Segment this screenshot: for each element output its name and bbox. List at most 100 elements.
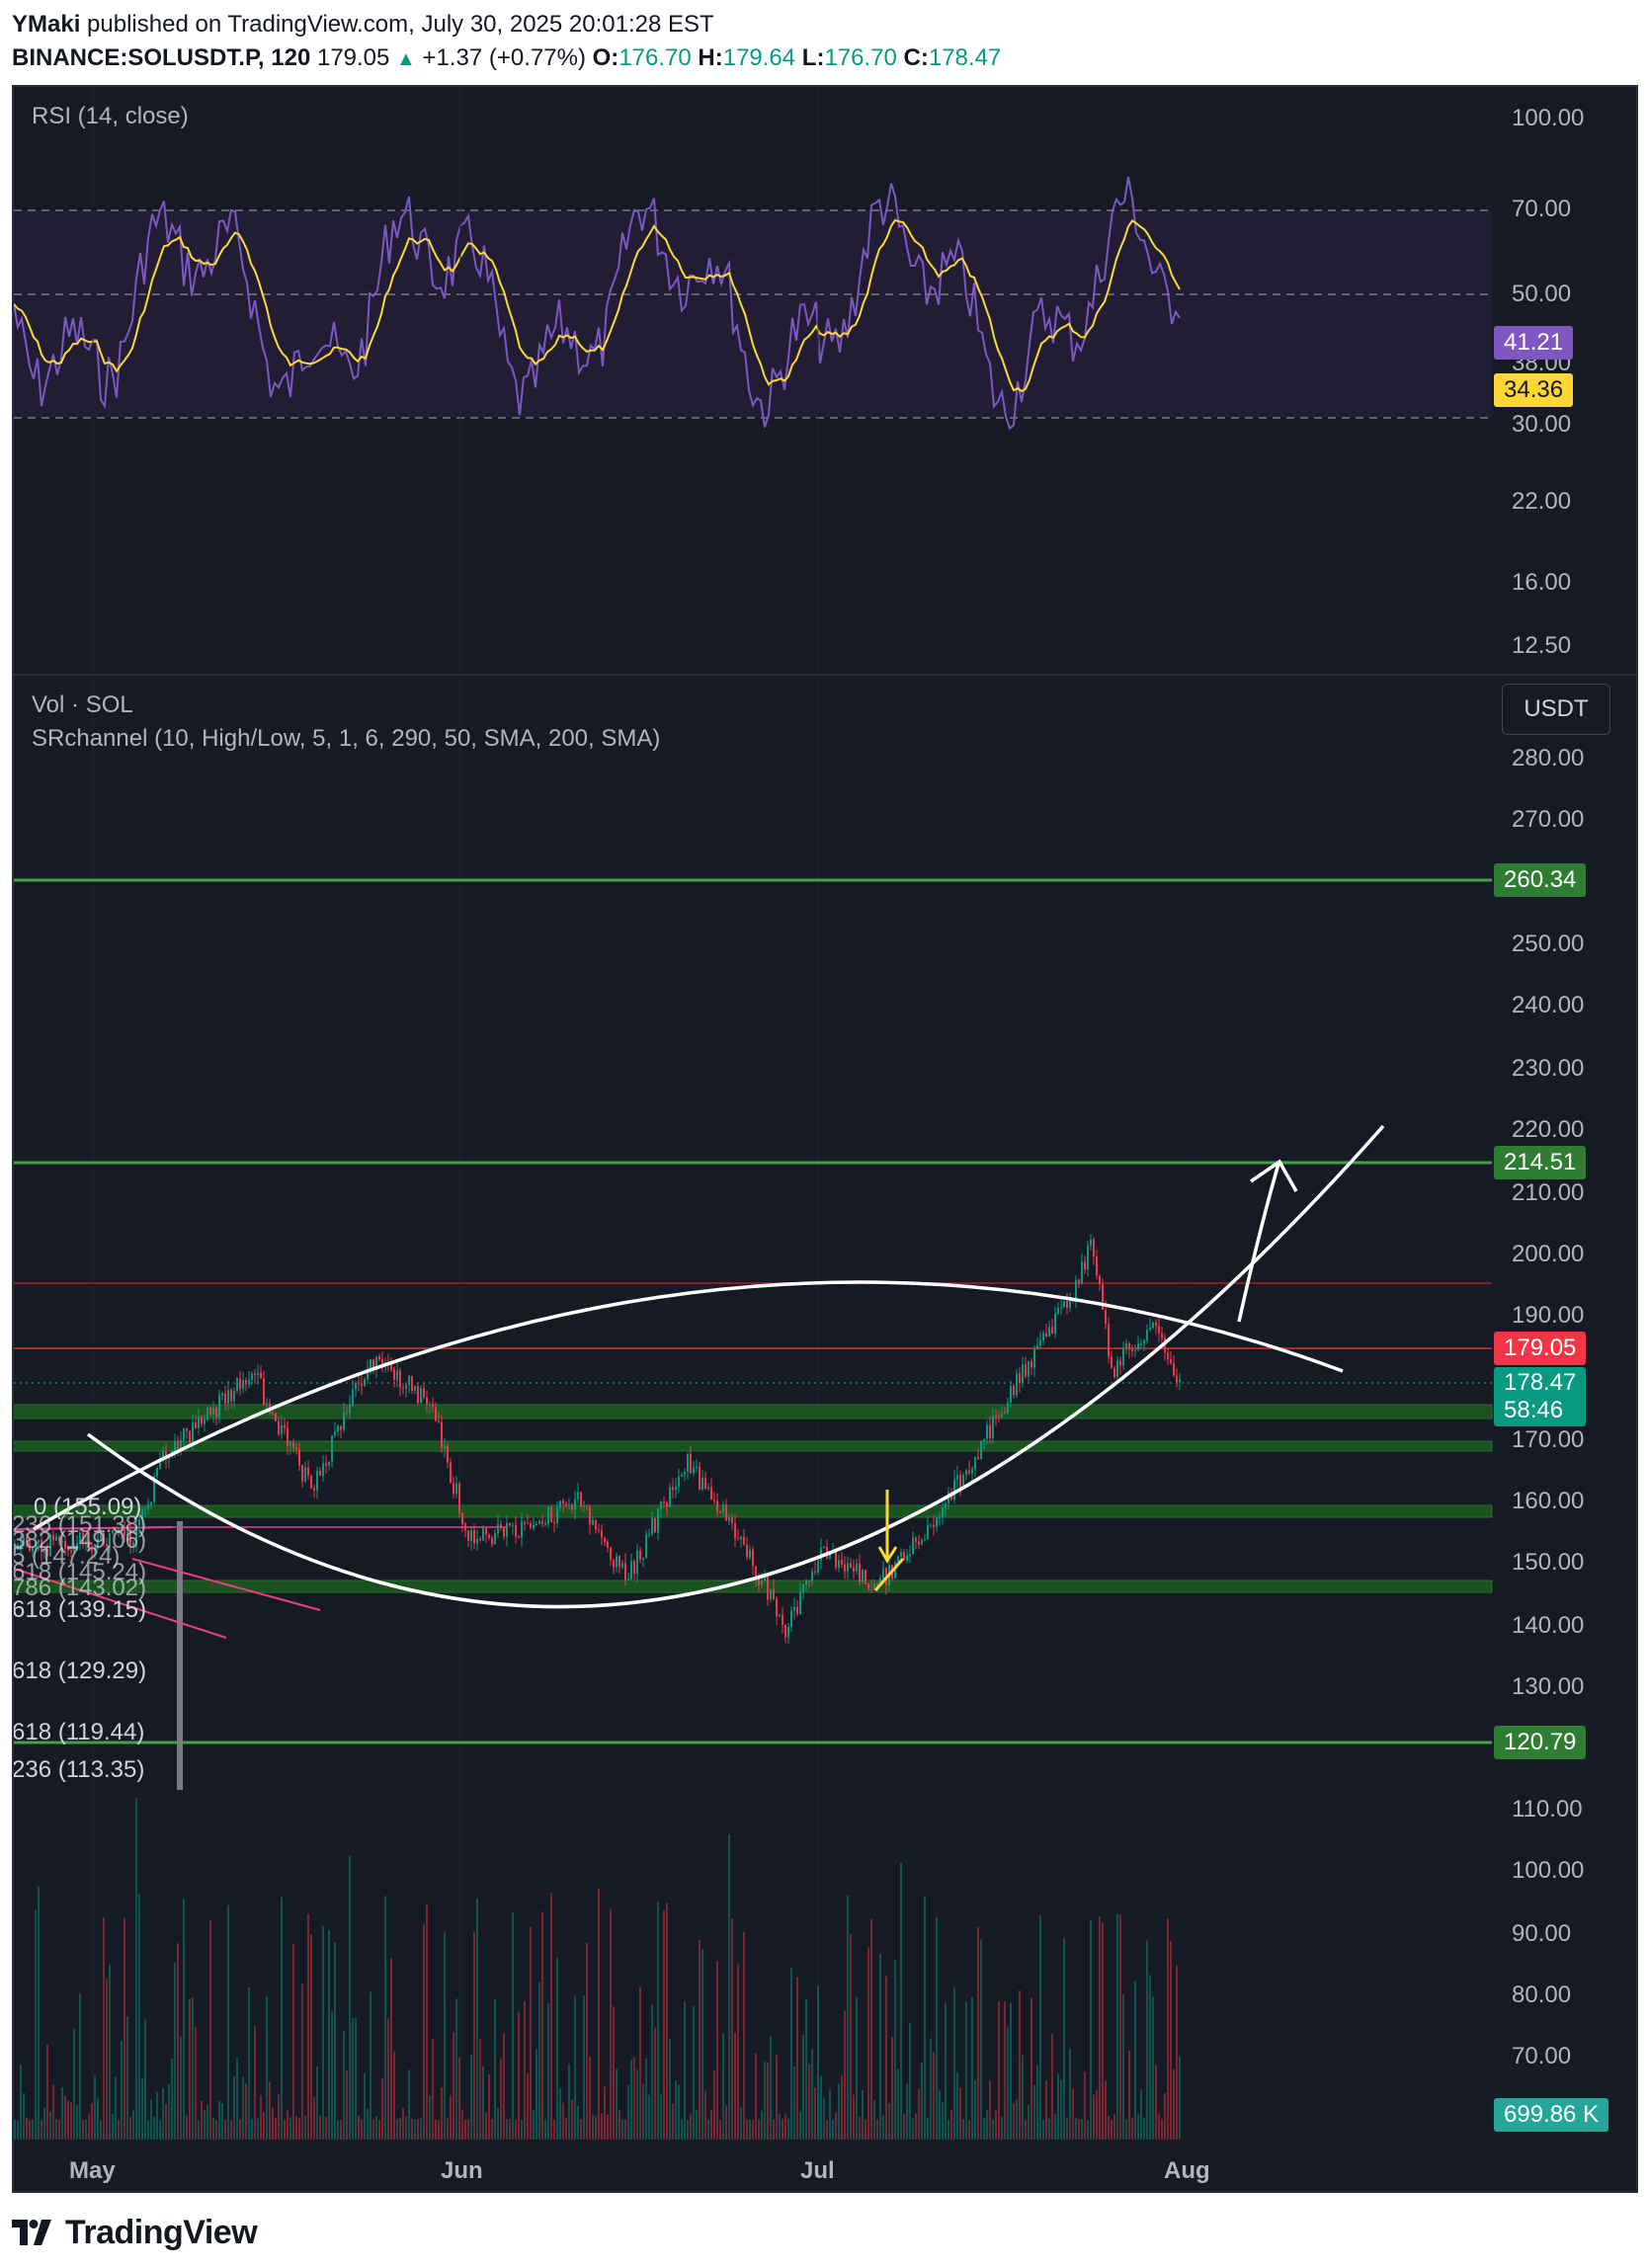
candle-body <box>1173 1363 1175 1376</box>
candle-body <box>521 1521 523 1538</box>
volume-bar <box>417 2119 419 2140</box>
volume-bar <box>497 2108 499 2140</box>
candle-body <box>936 1517 938 1527</box>
volume-title[interactable]: Vol · SOL <box>32 691 133 719</box>
volume-bar <box>1155 2065 1157 2140</box>
volume-bar <box>476 1899 478 2140</box>
volume-bar <box>464 2120 466 2140</box>
footer-brand[interactable]: TradingView <box>12 2209 258 2256</box>
volume-bar <box>224 2119 226 2140</box>
candle-body <box>660 1501 662 1509</box>
symbol-label[interactable]: BINANCE:SOLUSDT.P, 120 <box>12 44 310 71</box>
candle-body <box>144 1508 146 1510</box>
volume-bar <box>799 2111 801 2140</box>
candle-body <box>304 1467 306 1482</box>
candle-body <box>654 1518 656 1533</box>
candle-body <box>1013 1386 1015 1396</box>
author-name[interactable]: YMaki <box>12 11 80 38</box>
volume-bar <box>1066 2117 1068 2140</box>
candle-body <box>150 1501 152 1505</box>
volume-bar <box>782 2119 783 2140</box>
lens-drawing[interactable] <box>33 1124 1385 1609</box>
volume-bar <box>577 2105 579 2140</box>
volume-bar <box>183 1899 185 2140</box>
candle-body <box>349 1404 351 1414</box>
candle-body <box>1143 1340 1145 1344</box>
volume-bar <box>1042 2119 1044 2140</box>
srchannel-title[interactable]: SRchannel (10, High/Low, 5, 1, 6, 290, 5… <box>32 725 660 753</box>
volume-bar <box>553 2120 555 2140</box>
candle-body <box>977 1457 979 1460</box>
candle-body <box>298 1449 300 1466</box>
candle-body <box>331 1435 333 1462</box>
volume-bar <box>192 1997 194 2140</box>
volume-bar <box>343 2030 345 2140</box>
volume-bar <box>616 2068 618 2140</box>
volume-bar <box>46 2045 48 2140</box>
candle-body <box>506 1523 508 1537</box>
volume-bar <box>639 1987 641 2140</box>
volume-bar <box>870 1918 872 2140</box>
volume-bar <box>939 2090 941 2140</box>
volume-bar <box>580 2119 582 2140</box>
rsi-tick: 12.50 <box>1512 632 1572 659</box>
price-tick: 80.00 <box>1512 1982 1572 2008</box>
candle-body <box>337 1425 339 1432</box>
candle-body <box>212 1407 214 1415</box>
volume-bar <box>527 2073 529 2140</box>
yellow-arrow-marker[interactable] <box>873 1490 905 1591</box>
chart-area[interactable]: RSI (14, close) 100.00 70.00 50.00 38.00… <box>12 85 1638 2193</box>
volume-bar <box>533 2110 535 2140</box>
volume-bar <box>482 2066 484 2140</box>
currency-selector[interactable]: USDT <box>1502 684 1610 735</box>
volume-bar <box>494 1999 496 2140</box>
candle-body <box>657 1508 659 1533</box>
candle-body <box>1155 1323 1157 1327</box>
candle-body <box>616 1556 618 1568</box>
volume-bar <box>660 2093 662 2140</box>
up-triangle-icon: ▲ <box>396 48 416 70</box>
price-tick: 190.00 <box>1512 1302 1585 1329</box>
candle-body <box>530 1523 532 1528</box>
volume-bar <box>129 2117 131 2140</box>
volume-bar <box>693 2005 695 2140</box>
rsi-title[interactable]: RSI (14, close) <box>32 103 189 130</box>
volume-bar <box>589 2057 591 2140</box>
month-tick-jun: Jun <box>441 2157 483 2184</box>
candle-body <box>598 1529 600 1531</box>
candle-body <box>1066 1301 1068 1308</box>
rsi-tick: 22.00 <box>1512 488 1572 515</box>
candle-body <box>956 1475 958 1481</box>
volume-bar <box>921 2063 923 2140</box>
candle-body <box>198 1416 200 1428</box>
candle-body <box>1016 1373 1018 1396</box>
brand-name: TradingView <box>65 2213 258 2251</box>
candle-body <box>295 1447 297 1450</box>
volume-bar <box>565 2118 567 2140</box>
volume-bar <box>1125 2119 1127 2140</box>
candle-body <box>734 1523 736 1539</box>
candle-body <box>613 1560 615 1568</box>
chart-canvas[interactable] <box>14 87 1638 2193</box>
candle-body <box>411 1376 413 1391</box>
rsi-pane[interactable] <box>14 176 1492 431</box>
candle-body <box>402 1387 404 1389</box>
candle-body <box>183 1428 185 1440</box>
candle-body <box>1161 1333 1163 1338</box>
candle-body <box>841 1560 843 1565</box>
candle-body <box>438 1420 440 1422</box>
volume-bar <box>559 2088 561 2140</box>
candle-body <box>687 1453 689 1473</box>
volume-bar <box>713 2069 715 2140</box>
volume-bar <box>710 2110 712 2140</box>
volume-tag: 699.86 K <box>1494 2098 1609 2132</box>
volume-bar <box>204 2109 206 2140</box>
candle-body <box>209 1407 211 1415</box>
candle-body <box>423 1388 425 1398</box>
volume-bar <box>942 2102 944 2140</box>
volume-bar <box>900 1862 902 2140</box>
candle-body <box>408 1376 410 1385</box>
support-zone-158 <box>14 1504 1493 1518</box>
volume-bar <box>891 2037 893 2140</box>
candle-body <box>986 1424 988 1439</box>
